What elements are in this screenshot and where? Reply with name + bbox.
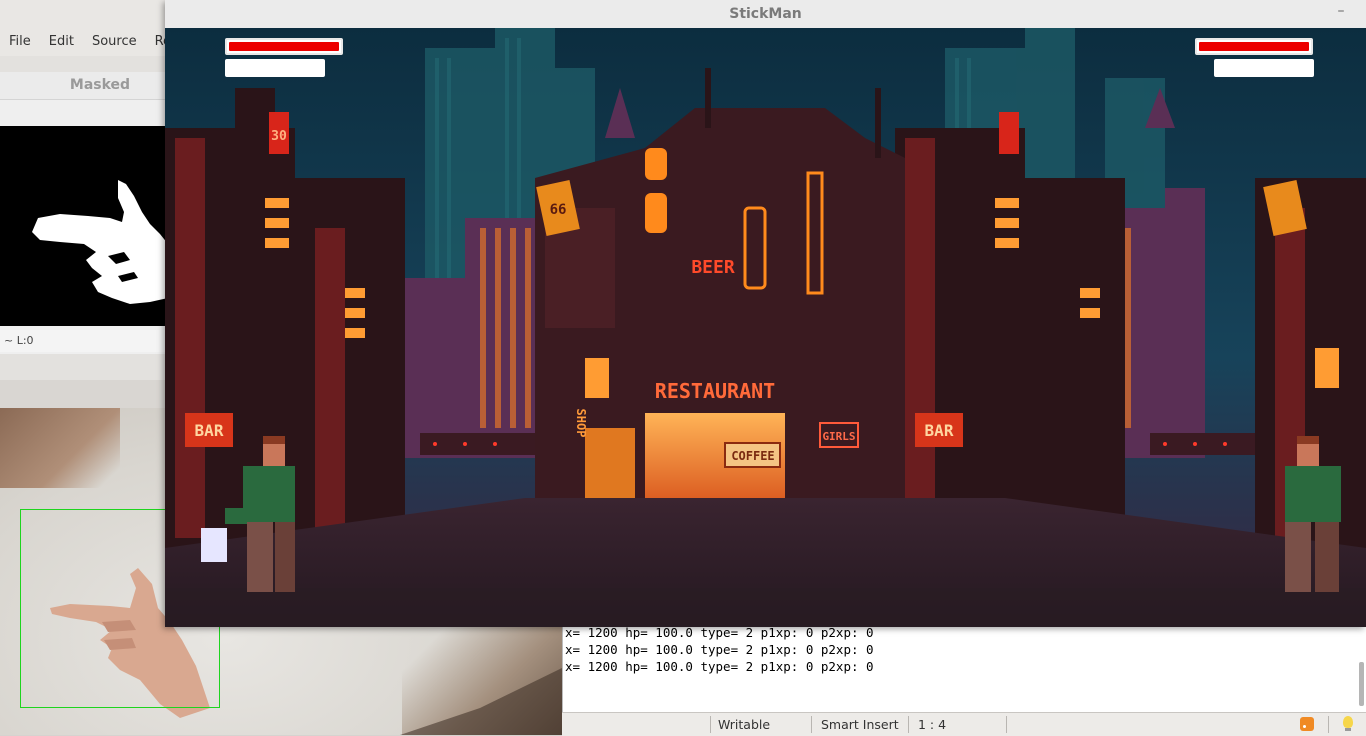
stickman-window: StickMan – BAR BAR BEER RESTAURANT COFFE… bbox=[165, 0, 1366, 627]
sign-beer: BEER bbox=[691, 257, 735, 278]
statusbar-divider bbox=[710, 716, 711, 733]
status-mode: Writable bbox=[718, 717, 771, 732]
statusbar: Writable Smart Insert 1 : 4 bbox=[562, 712, 1366, 736]
statusbar-divider bbox=[1328, 716, 1329, 733]
statusbar-divider bbox=[811, 716, 812, 733]
sign-girls: GIRLS bbox=[822, 430, 855, 443]
status-insert: Smart Insert bbox=[821, 717, 899, 732]
status-position: 1 : 4 bbox=[918, 717, 947, 732]
sign-thirty: 30 bbox=[271, 129, 287, 144]
player-two-health-bar bbox=[1195, 38, 1313, 55]
console-line: x= 1200 hp= 100.0 type= 2 p1xp: 0 p2xp: … bbox=[565, 659, 874, 674]
sign-sixty-six: 66 bbox=[550, 202, 567, 218]
bulb-icon[interactable] bbox=[1343, 716, 1353, 731]
console-output[interactable]: x= 1200 hp= 100.0 type= 2 p1xp: 0 p2xp: … bbox=[562, 620, 1366, 712]
sign-bar-left: BAR bbox=[195, 421, 224, 440]
player-one-health-fill bbox=[229, 42, 339, 51]
sign-bar-right: BAR bbox=[925, 421, 954, 440]
statusbar-divider bbox=[1006, 716, 1007, 733]
minimize-icon[interactable]: – bbox=[1334, 4, 1348, 20]
console-scrollbar[interactable] bbox=[1359, 662, 1364, 706]
statusbar-divider bbox=[908, 716, 909, 733]
console-line: x= 1200 hp= 100.0 type= 2 p1xp: 0 p2xp: … bbox=[565, 642, 874, 657]
stickman-titlebar[interactable]: StickMan – bbox=[165, 0, 1366, 29]
menu-edit[interactable]: Edit bbox=[40, 34, 83, 49]
sign-restaurant: RESTAURANT bbox=[655, 379, 775, 403]
player-two-xp-bar bbox=[1214, 59, 1314, 77]
rss-icon[interactable] bbox=[1300, 717, 1314, 731]
window-title: StickMan bbox=[729, 6, 802, 22]
neon-sign-layer: BAR BAR BEER RESTAURANT COFFEE GIRLS SHO… bbox=[195, 129, 954, 463]
game-scene: BAR BAR BEER RESTAURANT COFFEE GIRLS SHO… bbox=[165, 28, 1366, 627]
menu-file[interactable]: File bbox=[0, 34, 40, 49]
player-one-health-bar bbox=[225, 38, 343, 55]
sign-coffee: COFFEE bbox=[731, 449, 774, 463]
sign-shop: SHOP bbox=[574, 409, 588, 438]
console-line: x= 1200 hp= 100.0 type= 2 p1xp: 0 p2xp: … bbox=[565, 625, 874, 640]
player-one-xp-bar bbox=[225, 59, 325, 77]
player-two-health-fill bbox=[1199, 42, 1309, 51]
menu-source[interactable]: Source bbox=[83, 34, 146, 49]
